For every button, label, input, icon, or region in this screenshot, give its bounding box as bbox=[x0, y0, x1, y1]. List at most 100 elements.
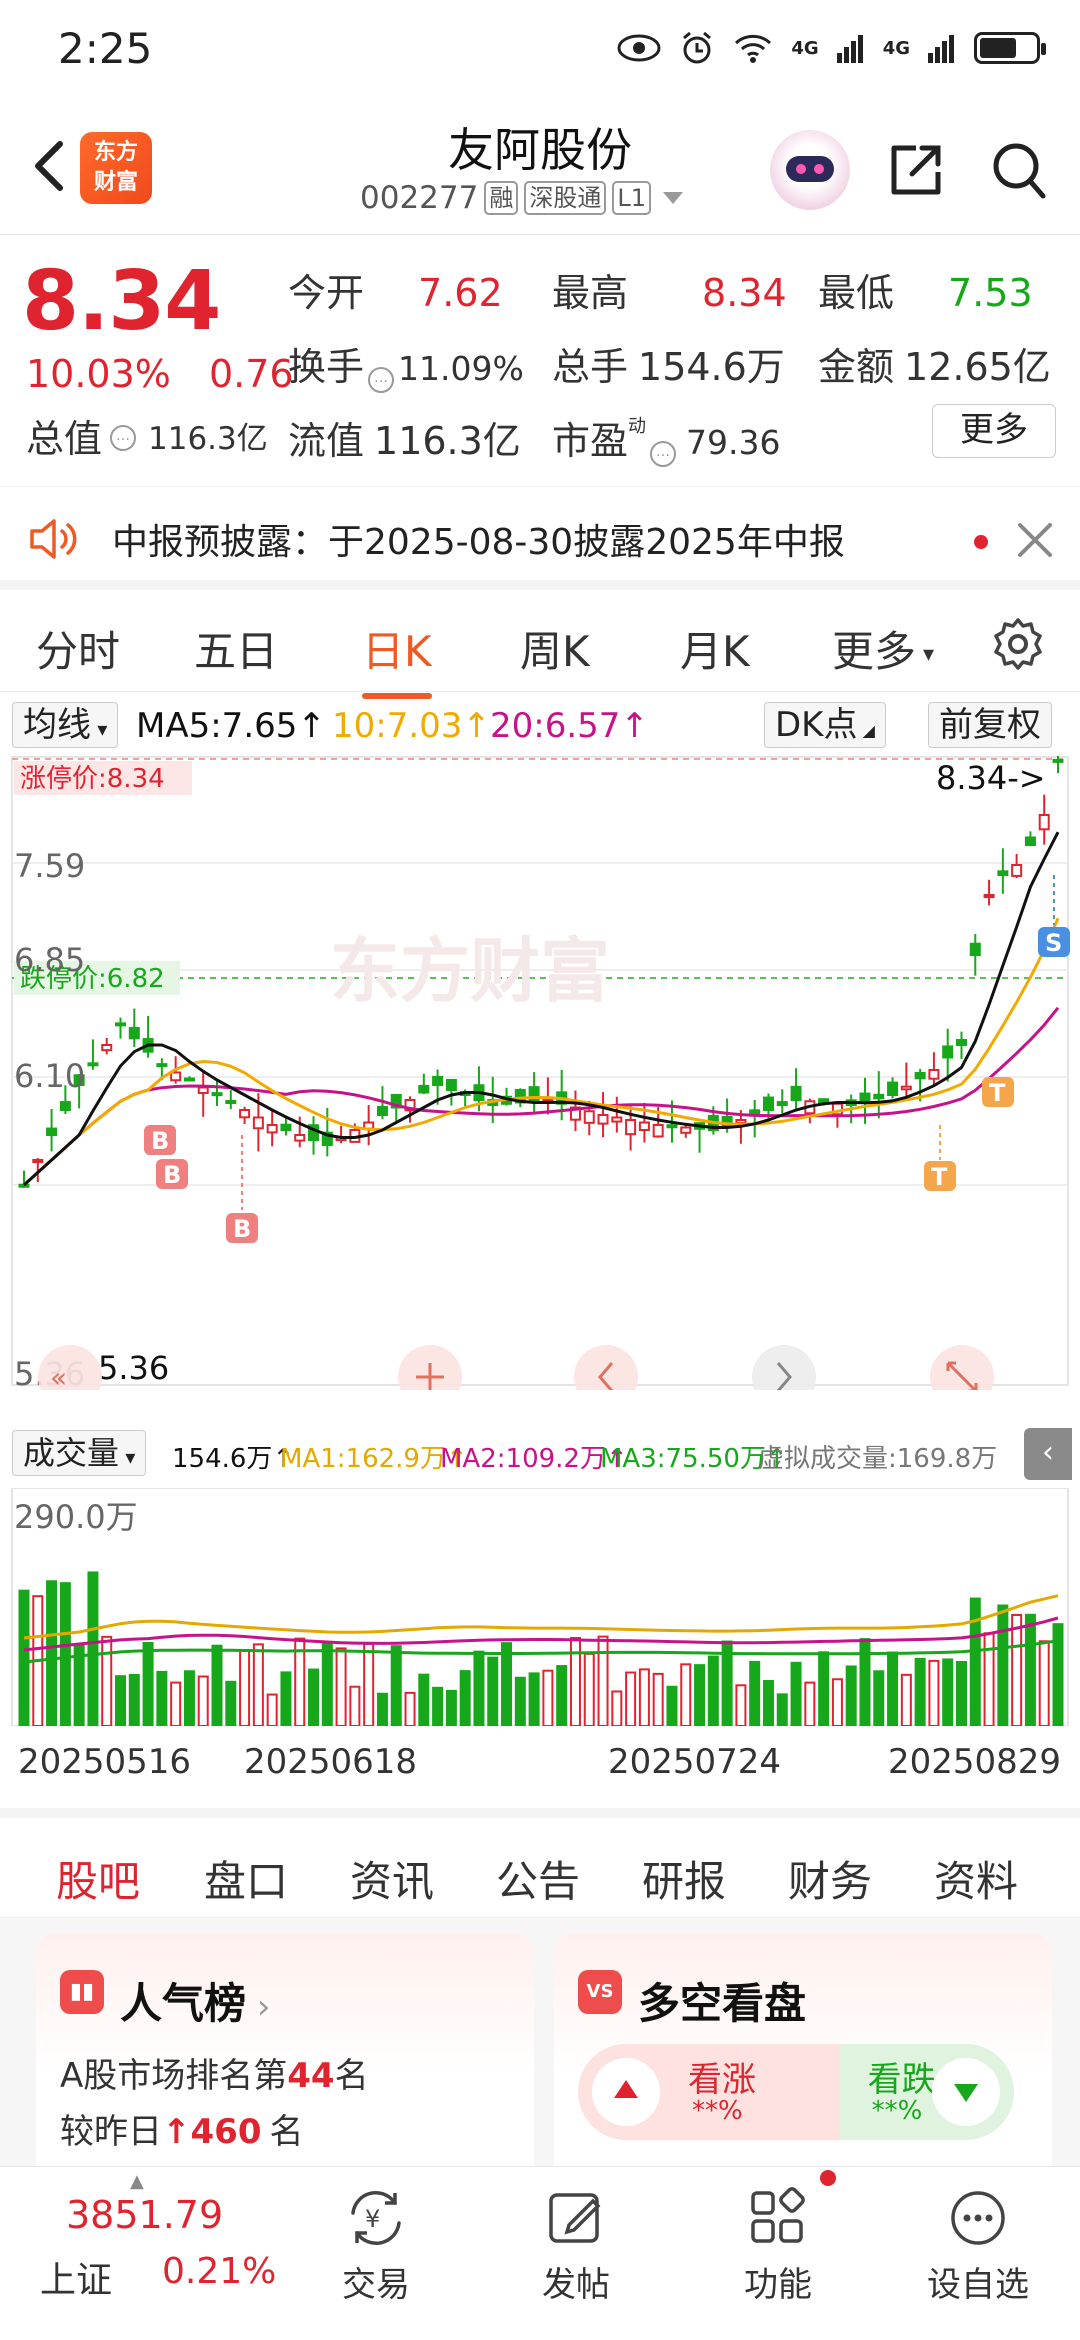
scroll-left-fast-button[interactable]: « bbox=[38, 1345, 102, 1390]
tab-guba[interactable]: 股吧 bbox=[56, 1848, 141, 1931]
dk-point-button[interactable]: DK点 ◢ bbox=[764, 702, 886, 748]
tab-5day[interactable]: 五日 bbox=[194, 618, 278, 679]
vol-ma1-value: MA1:162.9万 bbox=[280, 1444, 446, 1474]
info-icon[interactable]: … bbox=[368, 367, 395, 393]
candle bbox=[873, 1093, 885, 1100]
tab-news[interactable]: 资讯 bbox=[350, 1848, 434, 1909]
buy-marker-2[interactable]: B bbox=[156, 1159, 188, 1189]
nav-add-watchlist[interactable]: 设自选 bbox=[908, 2185, 1048, 2306]
buy-marker[interactable]: B bbox=[144, 1125, 176, 1155]
indicator-select[interactable]: 均线 ▾ bbox=[12, 702, 119, 748]
turnover-field: 换手 … 11.09% bbox=[288, 336, 524, 393]
kline-chart[interactable]: 东方财富 涨停价:8.34 跌停价:6.82 7.59 6.85 6.10 5.… bbox=[0, 755, 1080, 1390]
volume-bar bbox=[432, 1686, 444, 1726]
tab-finance[interactable]: 财务 bbox=[788, 1848, 872, 1909]
tab-intraday[interactable]: 分时 bbox=[36, 618, 120, 679]
volume-bar bbox=[542, 1669, 554, 1726]
ma-legend-row: 均线 ▾ MA5:7.65↑ 10:7.03↑ 20:6.57↑ DK点 ◢ 前… bbox=[0, 700, 1080, 752]
edit-icon bbox=[549, 2193, 601, 2243]
volume-bar bbox=[666, 1685, 678, 1726]
tab-orderbook[interactable]: 盘口 bbox=[204, 1848, 288, 1909]
volume-bar bbox=[955, 1660, 967, 1726]
nav-post[interactable]: 发帖 bbox=[506, 2185, 646, 2306]
tab-daily-k[interactable]: 日K bbox=[362, 618, 432, 699]
nav-post-label: 发帖 bbox=[542, 2265, 610, 2305]
volume-bar bbox=[887, 1651, 899, 1726]
collapse-panel-button[interactable]: ‹ bbox=[1024, 1428, 1072, 1480]
volume-bar bbox=[983, 1632, 995, 1726]
alarm-icon bbox=[683, 31, 712, 64]
volume-bar bbox=[914, 1657, 926, 1726]
info-icon[interactable]: … bbox=[650, 441, 677, 467]
volume-bar bbox=[818, 1651, 830, 1726]
fullscreen-button[interactable] bbox=[930, 1345, 994, 1390]
volume-chart[interactable]: 290.0万 bbox=[0, 1488, 1080, 1726]
dk-label: DK点 bbox=[775, 705, 858, 745]
volume-bar bbox=[694, 1664, 706, 1726]
tab-more[interactable]: 更多 ▾ bbox=[832, 618, 934, 679]
volume-bar bbox=[101, 1635, 113, 1726]
volume-bar bbox=[142, 1641, 154, 1726]
pe-label: 市盈 bbox=[552, 419, 629, 463]
more-quote-button[interactable]: 更多 bbox=[932, 404, 1056, 458]
close-icon[interactable] bbox=[1016, 521, 1054, 559]
ai-assistant-icon[interactable] bbox=[770, 130, 850, 210]
y-tick-4: 6.10 bbox=[14, 1057, 85, 1095]
candle bbox=[252, 1116, 264, 1130]
adjust-button[interactable]: 前复权 bbox=[928, 702, 1052, 748]
tab-announcements[interactable]: 公告 bbox=[496, 1848, 580, 1909]
volume-indicator-label: 成交量 bbox=[23, 1434, 120, 1472]
volume-bar bbox=[404, 1691, 416, 1726]
notification-dot bbox=[820, 2170, 836, 2186]
sentiment-card[interactable]: VS 多空看盘 看涨 **% 看跌 **% bbox=[554, 1934, 1052, 2166]
t-marker-2[interactable]: T bbox=[924, 1125, 956, 1191]
grid-apps-icon bbox=[751, 2187, 805, 2243]
candle bbox=[197, 1086, 209, 1094]
pe-value: 79.36 bbox=[686, 423, 781, 462]
info-icon[interactable]: … bbox=[110, 424, 137, 451]
volume-bar bbox=[349, 1685, 361, 1726]
volume-indicator-select[interactable]: 成交量 ▾ bbox=[12, 1430, 147, 1476]
sell-marker[interactable]: S bbox=[1038, 875, 1070, 957]
nav-functions[interactable]: 功能 bbox=[708, 2185, 848, 2306]
bearish-button[interactable]: 看跌 **% bbox=[839, 2044, 1014, 2140]
volume-bar bbox=[969, 1597, 981, 1726]
volume-bar bbox=[1052, 1623, 1064, 1726]
volume-bar bbox=[225, 1680, 237, 1726]
popularity-card[interactable]: ▮▮ 人气榜 › A股市场排名第44名 较昨日↑460 名 bbox=[36, 1934, 534, 2166]
index-value: 3851.79 bbox=[66, 2193, 224, 2237]
notice-bar[interactable]: 中报预披露：于2025-08-30披露2025年中报 bbox=[0, 486, 1080, 590]
tab-monthly-k[interactable]: 月K bbox=[680, 618, 750, 679]
tab-profile[interactable]: 资料 bbox=[934, 1848, 1018, 1909]
volume-bar bbox=[873, 1670, 885, 1726]
gear-icon[interactable] bbox=[990, 616, 1046, 672]
candle bbox=[418, 1084, 430, 1094]
volume-bar bbox=[528, 1672, 540, 1726]
corner-arrow-icon: ◢ bbox=[857, 721, 875, 740]
index-name: 上证 bbox=[40, 2260, 113, 2301]
prev-button[interactable] bbox=[574, 1345, 638, 1390]
tab-research[interactable]: 研报 bbox=[642, 1848, 726, 1909]
nav-trade[interactable]: ¥ 交易 bbox=[306, 2185, 446, 2306]
search-icon[interactable] bbox=[990, 138, 1050, 202]
pe-superscript: 动 bbox=[628, 416, 647, 437]
feature-cards: ▮▮ 人气榜 › A股市场排名第44名 较昨日↑460 名 VS 多空看盘 看涨 … bbox=[0, 1918, 1080, 2166]
signal-bars-icon bbox=[836, 35, 863, 63]
share-icon[interactable] bbox=[886, 140, 946, 200]
candle bbox=[32, 1159, 44, 1163]
volume-bar bbox=[18, 1589, 30, 1726]
candle bbox=[914, 1071, 926, 1080]
ma10-value: 10:7.03 bbox=[332, 706, 463, 746]
volume-bar bbox=[735, 1684, 747, 1726]
volume-bar bbox=[1024, 1613, 1036, 1726]
zoom-in-button[interactable] bbox=[398, 1345, 462, 1390]
stock-code-row[interactable]: 002277 融 深股通 L1 bbox=[360, 180, 683, 216]
buy-marker-3[interactable]: B bbox=[226, 1135, 258, 1243]
t-marker[interactable]: T bbox=[982, 1077, 1014, 1107]
sell-marker-label: S bbox=[1045, 929, 1062, 957]
quote-panel: 8.34 10.03% 0.76 总值 … 116.3亿 今开 7.62 最高 … bbox=[0, 236, 1080, 486]
volume-bar bbox=[115, 1675, 127, 1726]
bullish-button[interactable]: 看涨 **% bbox=[578, 2044, 840, 2140]
next-button[interactable] bbox=[752, 1345, 816, 1390]
tab-weekly-k[interactable]: 周K bbox=[520, 618, 590, 679]
